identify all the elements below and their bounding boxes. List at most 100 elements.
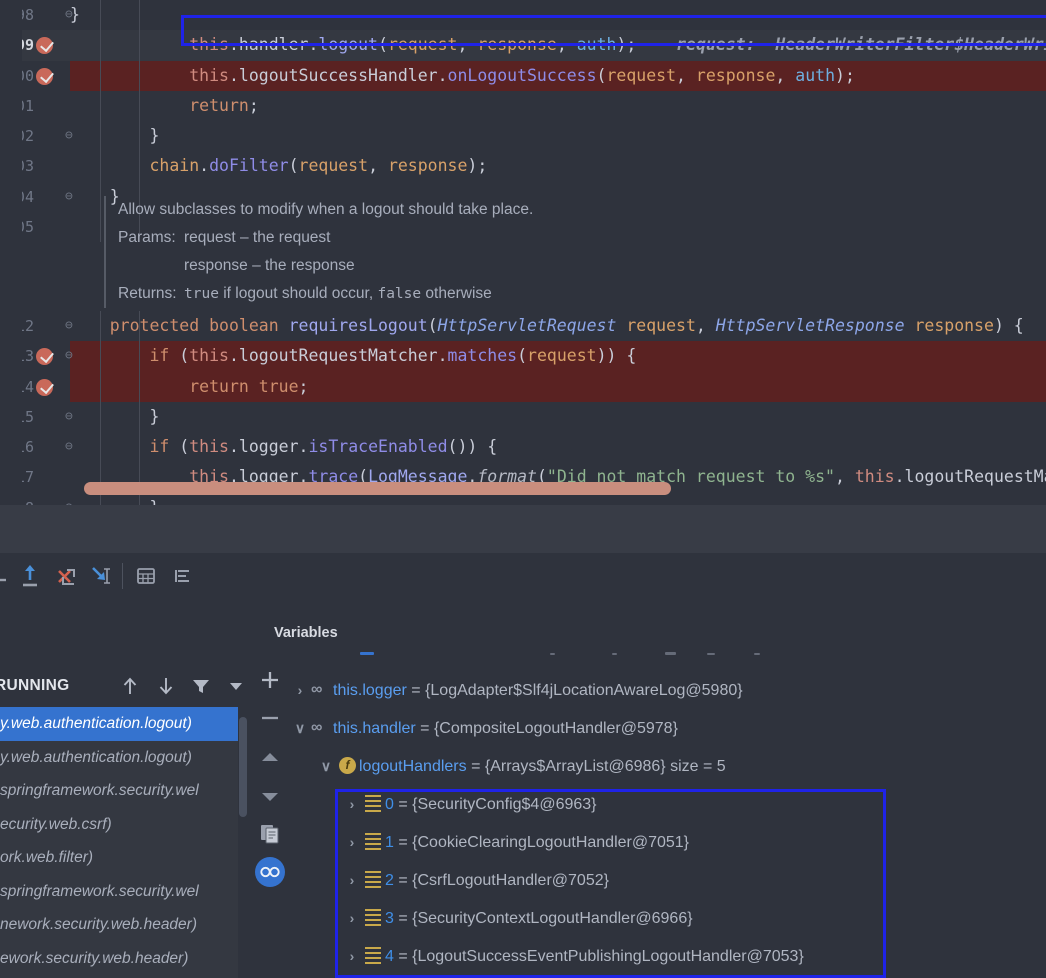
resize-handle-active[interactable] <box>360 652 374 655</box>
filter-icon[interactable] <box>190 675 212 697</box>
equals-sign: = <box>406 682 426 699</box>
code-line[interactable]: 116⊖ if (this.logger.isTraceEnabled()) { <box>0 432 1046 463</box>
frame-list-item[interactable]: springframework.security.wel <box>0 774 238 808</box>
code-line[interactable]: 101 return; <box>0 90 1046 122</box>
resize-handle[interactable] <box>754 653 760 655</box>
breakpoint-icon[interactable] <box>36 67 53 85</box>
code-text[interactable]: } <box>70 121 159 151</box>
code-text[interactable]: if (this.logoutRequestMatcher.matches(re… <box>70 341 636 371</box>
code-token: response <box>387 156 468 176</box>
chevron-down-icon[interactable]: ∨ <box>315 747 337 785</box>
code-editor[interactable]: 98 ⊖} 99 this.handler.logout(request, resp… <box>0 0 1046 505</box>
indent-guide <box>139 432 140 463</box>
move-watch-down-button[interactable] <box>257 783 283 809</box>
column-resize-handles <box>247 639 1046 665</box>
breakpoint-icon[interactable] <box>36 378 53 396</box>
frame-list-item[interactable]: springframework.security.wel <box>0 874 238 908</box>
frames-header: RUNNING <box>0 669 246 703</box>
code-text[interactable]: return true; <box>70 372 308 402</box>
code-text[interactable]: if (this.logger.isTraceEnabled()) { <box>70 432 497 462</box>
chevron-right-icon[interactable]: › <box>341 785 363 823</box>
move-up-icon[interactable] <box>119 675 141 697</box>
variable-name: 2 <box>385 872 394 889</box>
code-token: ( <box>288 156 299 176</box>
chevron-right-icon[interactable]: › <box>341 899 363 937</box>
debugger-toolbar[interactable] <box>0 553 1046 599</box>
object-reference-icon: ∞ <box>311 681 322 698</box>
fold-toggle-icon[interactable]: ⊖ <box>65 432 73 462</box>
code-text[interactable]: protected boolean requiresLogout(HttpSer… <box>70 311 1024 341</box>
code-line[interactable]: 99 this.handler.logout(request, response… <box>0 30 1046 61</box>
variable-row[interactable]: › 4 = {LogoutSuccessEventPublishingLogout… <box>289 937 1046 975</box>
fold-toggle-icon[interactable]: ⊖ <box>65 0 73 30</box>
code-line[interactable]: 100 this.logoutSuccessHandler.onLogoutSu… <box>0 60 1046 91</box>
move-down-icon[interactable] <box>155 675 177 697</box>
variable-row[interactable]: › 2 = {CsrfLogoutHandler@7052} <box>289 861 1046 899</box>
frame-list-item[interactable]: y.web.authentication.logout) <box>0 740 238 774</box>
chevron-down-icon[interactable] <box>225 675 247 697</box>
code-line[interactable]: 112⊖ protected boolean requiresLogout(Ht… <box>0 311 1046 342</box>
resize-handle[interactable] <box>707 653 715 655</box>
frame-list-item[interactable]: y.web.authentication.logout) <box>0 707 238 741</box>
variable-row[interactable]: › ∞ this.logger = {LogAdapter$Slf4jLocatio… <box>289 671 1046 709</box>
code-text[interactable]: this.logoutSuccessHandler.onLogoutSucces… <box>70 61 855 91</box>
step-over-icon-partial[interactable] <box>0 562 14 590</box>
step-out-icon[interactable] <box>16 562 44 590</box>
code-lines-lower[interactable]: 112⊖ protected boolean requiresLogout(Ht… <box>0 311 1046 505</box>
chevron-down-icon[interactable]: ∨ <box>289 709 311 747</box>
resize-handle[interactable] <box>612 653 617 655</box>
move-watch-up-button[interactable] <box>257 745 283 771</box>
equals-sign: = <box>393 948 413 965</box>
chevron-right-icon[interactable]: › <box>341 937 363 975</box>
inlay-parameter-hint: request: HeaderWriterFilter$HeaderWriter <box>636 35 1046 55</box>
inspect-watch-button[interactable] <box>255 857 285 887</box>
variable-row[interactable]: › 0 = {SecurityConfig$4@6963} <box>289 785 1046 823</box>
fold-toggle-icon[interactable]: ⊖ <box>65 402 73 432</box>
debugger-body: RUNNING y.web.authentication.logout) y.we… <box>0 599 1046 978</box>
panel-splitter[interactable] <box>0 505 1046 553</box>
variables-side-buttons[interactable] <box>247 665 293 895</box>
code-text[interactable]: return; <box>70 91 259 121</box>
indent-guide <box>100 121 101 152</box>
code-text[interactable]: chain.doFilter(request, response); <box>70 151 487 181</box>
call-stack-frames-list[interactable]: y.web.authentication.logout) y.web.authen… <box>0 707 238 978</box>
fold-toggle-icon[interactable]: ⊖ <box>65 121 73 151</box>
chevron-right-icon[interactable]: › <box>341 861 363 899</box>
code-line[interactable]: 114 return true; <box>0 371 1046 402</box>
frame-list-item[interactable]: nework.security.web.header) <box>0 908 238 942</box>
code-line[interactable]: 115⊖ } <box>0 401 1046 433</box>
step-over-icon[interactable] <box>51 562 79 590</box>
code-token: ; <box>298 376 309 396</box>
copy-value-button[interactable] <box>257 821 283 847</box>
code-text[interactable]: } <box>70 402 159 432</box>
frame-list-item[interactable]: ork.web.filter) <box>0 841 238 875</box>
evaluate-expression-icon[interactable] <box>132 562 160 590</box>
variable-row[interactable]: ∨ ∞ this.handler = {CompositeLogoutHandler… <box>289 709 1046 747</box>
frame-list-item[interactable]: ecurity.web.csrf) <box>0 807 238 841</box>
code-line[interactable]: 113⊖ if (this.logoutRequestMatcher.match… <box>0 341 1046 372</box>
add-watch-button[interactable] <box>257 667 283 693</box>
layout-settings-icon[interactable] <box>167 562 195 590</box>
scrollbar-thumb[interactable] <box>84 482 671 495</box>
editor-horizontal-scrollbar[interactable] <box>70 479 1028 499</box>
step-into-icon[interactable] <box>86 562 114 590</box>
fold-toggle-icon[interactable]: ⊖ <box>65 311 73 341</box>
resize-handle[interactable] <box>665 652 676 655</box>
resize-handle[interactable] <box>550 653 555 655</box>
code-line[interactable]: 102⊖ } <box>0 121 1046 152</box>
remove-watch-button[interactable] <box>257 705 283 731</box>
frames-vertical-scrollbar[interactable] <box>239 717 247 817</box>
code-line[interactable]: 103 chain.doFilter(request, response); <box>0 151 1046 182</box>
variable-row[interactable]: ∨ f logoutHandlers = {Arrays$ArrayList@698… <box>289 747 1046 785</box>
variable-row[interactable]: › 1 = {CookieClearingLogoutHandler@7051} <box>289 823 1046 861</box>
code-text[interactable]: this.handler.logout(request, response, a… <box>70 30 1046 60</box>
code-token: auth <box>576 35 617 55</box>
variables-tree[interactable]: › ∞ this.logger = {LogAdapter$Slf4jLocatio… <box>289 671 1046 978</box>
chevron-right-icon[interactable]: › <box>289 671 311 709</box>
code-token: . <box>228 35 239 55</box>
variable-row[interactable]: › 3 = {SecurityContextLogoutHandler@6966} <box>289 899 1046 937</box>
chevron-right-icon[interactable]: › <box>341 823 363 861</box>
frame-list-item[interactable]: ework.security.web.header) <box>0 941 238 975</box>
fold-toggle-icon[interactable]: ⊖ <box>65 341 73 371</box>
code-line[interactable]: 98 ⊖} <box>0 0 1046 31</box>
